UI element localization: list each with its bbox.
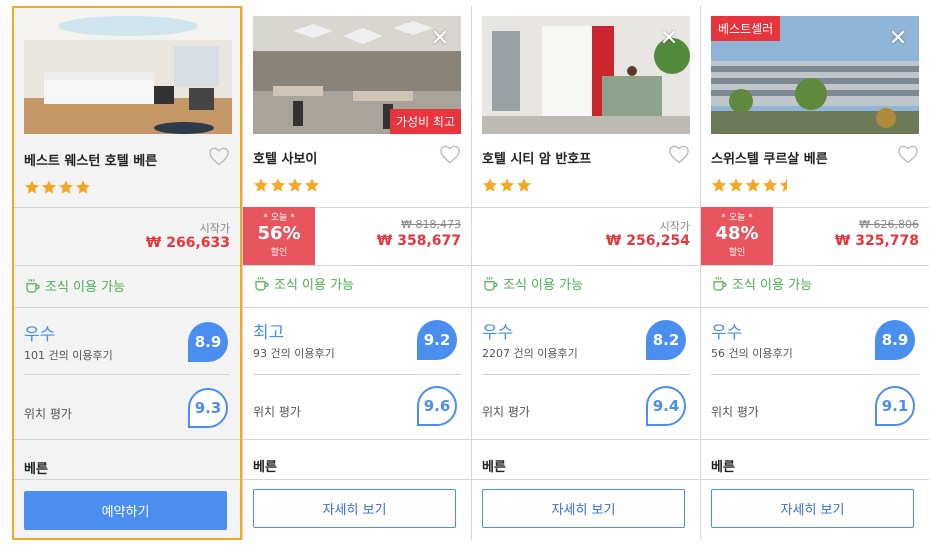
best-value-badge: 가성비 최고 xyxy=(389,109,461,134)
breakfast-info: 조식 이용 가능 xyxy=(253,274,354,293)
hotel-name[interactable]: 베스트 웨스턴 호텔 베른 xyxy=(24,150,157,169)
star-icon xyxy=(75,179,91,195)
star-rating xyxy=(253,177,321,195)
half-star-icon xyxy=(779,177,795,193)
details-button[interactable]: 자세히 보기 xyxy=(711,489,914,528)
location-score-badge: 9.3 xyxy=(186,386,230,430)
today-discount-badge: * 오늘 * 56% 할인 xyxy=(243,207,315,265)
price[interactable]: ₩ 325,778 xyxy=(835,233,919,249)
breakfast-info: 조식 이용 가능 xyxy=(24,276,125,295)
hotel-card-3[interactable]: ✕ 호텔 시티 암 반호프 시작가 ₩ 256,254 조식 이용 가능 우수 … xyxy=(472,6,700,540)
star-rating xyxy=(482,177,533,195)
original-price: ₩ 818,473 xyxy=(401,218,461,231)
review-count[interactable]: 93 건의 이용후기 xyxy=(253,345,335,361)
score-badge: 8.9 xyxy=(186,320,230,364)
star-icon xyxy=(728,177,744,193)
hotel-name[interactable]: 스위스텔 쿠르살 베른 xyxy=(711,148,828,167)
star-icon xyxy=(745,177,761,193)
star-icon xyxy=(499,177,515,193)
star-icon xyxy=(41,179,57,195)
details-button[interactable]: 자세히 보기 xyxy=(253,489,456,528)
location-score-badge: 9.4 xyxy=(644,384,688,428)
hotel-card-4[interactable]: 베스트셀러 ✕ 스위스텔 쿠르살 베른 * 오늘 * 48% 할인 ₩ 626,… xyxy=(701,6,929,540)
hotel-card-1[interactable]: 베스트 웨스턴 호텔 베른 시작가 ₩ 266,633 조식 이용 가능 우수 … xyxy=(12,6,242,540)
hotel-name[interactable]: 호텔 사보이 xyxy=(253,148,317,167)
price-section[interactable]: * 오늘 * 56% 할인 ₩ 818,473 ₩ 358,677 xyxy=(243,207,471,265)
price[interactable]: ₩ 266,633 xyxy=(146,235,230,251)
hotel-photo-exterior[interactable]: 베스트셀러 ✕ xyxy=(711,16,919,134)
location-rating-label: 위치 평가 xyxy=(24,407,72,421)
start-price-label: 시작가 xyxy=(659,220,690,233)
price-section[interactable]: 시작가 ₩ 266,633 xyxy=(14,209,240,267)
score-badge: 8.9 xyxy=(873,318,917,362)
bestseller-badge: 베스트셀러 xyxy=(711,16,781,41)
hotel-photo-bedroom[interactable] xyxy=(24,16,232,134)
location-score-badge: 9.1 xyxy=(873,384,917,428)
favorite-heart-icon[interactable] xyxy=(668,144,690,164)
star-rating xyxy=(711,177,796,195)
favorite-heart-icon[interactable] xyxy=(897,144,919,164)
star-icon xyxy=(304,177,320,193)
location-rating-label: 위치 평가 xyxy=(482,405,530,419)
score-label: 우수 xyxy=(711,323,743,343)
star-icon xyxy=(516,177,532,193)
city-label: 베른 xyxy=(711,460,735,475)
star-icon xyxy=(253,177,269,193)
price-section[interactable]: * 오늘 * 48% 할인 ₩ 626,806 ₩ 325,778 xyxy=(701,207,929,265)
star-icon xyxy=(24,179,40,195)
star-icon xyxy=(711,177,727,193)
star-rating xyxy=(24,179,92,197)
coffee-cup-icon xyxy=(711,275,729,293)
price[interactable]: ₩ 256,254 xyxy=(606,233,690,249)
hotel-photo-lobby[interactable]: ✕ xyxy=(482,16,690,134)
star-icon xyxy=(482,177,498,193)
review-count[interactable]: 101 건의 이용후기 xyxy=(24,347,113,363)
score-label: 우수 xyxy=(24,325,56,345)
star-icon xyxy=(762,177,778,193)
start-price-label: 시작가 xyxy=(199,222,230,235)
review-count[interactable]: 56 건의 이용후기 xyxy=(711,345,793,361)
favorite-heart-icon[interactable] xyxy=(439,144,461,164)
hotel-photo-restaurant[interactable]: ✕ 가성비 최고 xyxy=(253,16,461,134)
location-rating-label: 위치 평가 xyxy=(711,405,759,419)
location-score-badge: 9.6 xyxy=(415,384,459,428)
breakfast-info: 조식 이용 가능 xyxy=(482,274,583,293)
close-icon[interactable]: ✕ xyxy=(887,28,909,50)
star-icon xyxy=(287,177,303,193)
price[interactable]: ₩ 358,677 xyxy=(377,233,461,249)
coffee-cup-icon xyxy=(482,275,500,293)
city-label: 베른 xyxy=(482,460,506,475)
hotel-name[interactable]: 호텔 시티 암 반호프 xyxy=(482,148,591,167)
close-icon[interactable]: ✕ xyxy=(658,28,680,50)
hotel-card-2[interactable]: ✕ 가성비 최고 호텔 사보이 * 오늘 * 56% 할인 ₩ 818,473 … xyxy=(243,6,471,540)
city-label: 베른 xyxy=(24,462,48,477)
favorite-heart-icon[interactable] xyxy=(208,146,230,166)
price-section[interactable]: 시작가 ₩ 256,254 xyxy=(472,207,700,265)
city-label: 베른 xyxy=(253,460,277,475)
star-icon xyxy=(270,177,286,193)
score-label: 우수 xyxy=(482,323,514,343)
location-rating-label: 위치 평가 xyxy=(253,405,301,419)
today-discount-badge: * 오늘 * 48% 할인 xyxy=(701,207,773,265)
review-count[interactable]: 2207 건의 이용후기 xyxy=(482,345,578,361)
details-button[interactable]: 자세히 보기 xyxy=(482,489,685,528)
score-label: 최고 xyxy=(253,323,285,343)
star-icon xyxy=(58,179,74,195)
score-badge: 8.2 xyxy=(644,318,688,362)
close-icon[interactable]: ✕ xyxy=(429,28,451,50)
coffee-cup-icon xyxy=(24,277,42,295)
coffee-cup-icon xyxy=(253,275,271,293)
book-button[interactable]: 예약하기 xyxy=(24,491,227,530)
original-price: ₩ 626,806 xyxy=(859,218,919,231)
score-badge: 9.2 xyxy=(415,318,459,362)
breakfast-info: 조식 이용 가능 xyxy=(711,274,812,293)
